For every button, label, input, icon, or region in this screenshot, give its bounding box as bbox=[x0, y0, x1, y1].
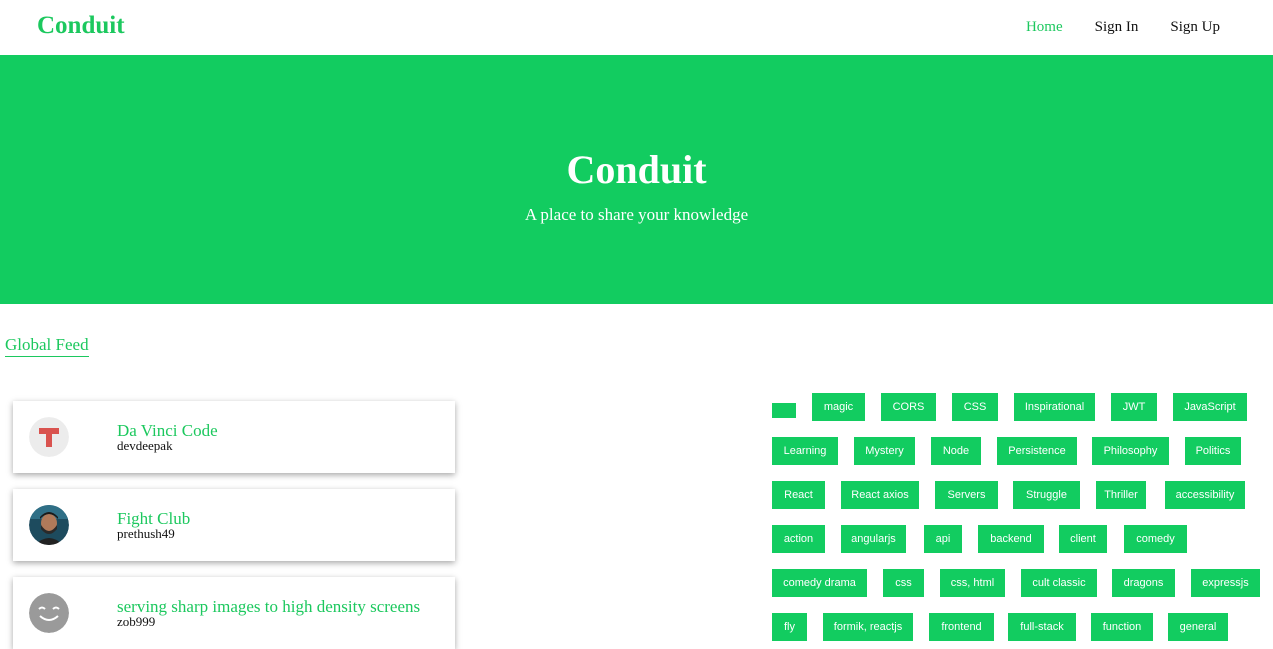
tag-item[interactable]: CORS bbox=[881, 393, 936, 421]
tag-item[interactable]: formik, reactjs bbox=[823, 613, 913, 641]
tag-item[interactable]: Node bbox=[931, 437, 981, 465]
nav-sign-up-link[interactable]: Sign Up bbox=[1170, 17, 1220, 37]
tag-item[interactable]: Inspirational bbox=[1014, 393, 1095, 421]
tag-item[interactable]: JWT bbox=[1111, 393, 1157, 421]
tag-item[interactable]: general bbox=[1168, 613, 1228, 641]
tag-item[interactable]: full-stack bbox=[1008, 613, 1076, 641]
article-author[interactable]: devdeepak bbox=[117, 438, 173, 453]
tag-item[interactable]: css, html bbox=[940, 569, 1005, 597]
tag-item[interactable]: function bbox=[1091, 613, 1153, 641]
tag-item[interactable]: JavaScript bbox=[1173, 393, 1247, 421]
tag-item[interactable]: accessibility bbox=[1165, 481, 1245, 509]
article-card[interactable]: Da Vinci Code devdeepak bbox=[13, 401, 455, 473]
brand-logo[interactable]: Conduit bbox=[37, 11, 125, 41]
tag-item[interactable]: fly bbox=[772, 613, 807, 641]
letter-t-avatar[interactable] bbox=[29, 417, 69, 457]
tag-item[interactable]: Persistence bbox=[997, 437, 1077, 465]
tag-item[interactable]: css bbox=[883, 569, 924, 597]
tab-global-feed[interactable]: Global Feed bbox=[5, 334, 89, 357]
smiley-avatar[interactable] bbox=[29, 593, 69, 633]
article-author[interactable]: zob999 bbox=[117, 614, 155, 629]
tag-item[interactable]: angularjs bbox=[841, 525, 906, 553]
tag-item[interactable]: expressjs bbox=[1191, 569, 1260, 597]
banner-title: Conduit bbox=[566, 147, 707, 192]
tag-item[interactable] bbox=[772, 403, 796, 418]
hero-banner: Conduit A place to share your knowledge bbox=[0, 55, 1273, 304]
navbar: Conduit Home Sign In Sign Up bbox=[0, 0, 1273, 55]
article-card[interactable]: Fight Club prethush49 bbox=[13, 489, 455, 561]
tag-item[interactable]: cult classic bbox=[1021, 569, 1097, 597]
tag-item[interactable]: backend bbox=[978, 525, 1044, 553]
nav-home-link[interactable]: Home bbox=[1026, 17, 1063, 37]
tag-item[interactable]: Mystery bbox=[854, 437, 915, 465]
tag-item[interactable]: Servers bbox=[935, 481, 998, 509]
tag-item[interactable]: action bbox=[772, 525, 825, 553]
user-photo-avatar[interactable] bbox=[29, 505, 69, 545]
article-card[interactable]: serving sharp images to high density scr… bbox=[13, 577, 455, 649]
tag-item[interactable]: React axios bbox=[841, 481, 919, 509]
nav-sign-in-link[interactable]: Sign In bbox=[1095, 17, 1139, 37]
tag-item[interactable]: api bbox=[924, 525, 962, 553]
tag-item[interactable]: comedy bbox=[1124, 525, 1187, 553]
article-author[interactable]: prethush49 bbox=[117, 526, 175, 541]
tag-item[interactable]: Learning bbox=[772, 437, 838, 465]
tag-item[interactable]: CSS bbox=[952, 393, 998, 421]
tag-item[interactable]: dragons bbox=[1112, 569, 1175, 597]
tag-item[interactable]: frontend bbox=[929, 613, 994, 641]
article-title[interactable]: serving sharp images to high density scr… bbox=[117, 597, 420, 617]
tag-item[interactable]: client bbox=[1059, 525, 1107, 553]
tag-item[interactable]: Struggle bbox=[1013, 481, 1080, 509]
tag-item[interactable]: React bbox=[772, 481, 825, 509]
tag-item[interactable]: Politics bbox=[1185, 437, 1241, 465]
tag-item[interactable]: comedy drama bbox=[772, 569, 867, 597]
tag-item[interactable]: Philosophy bbox=[1092, 437, 1169, 465]
nav-links: Home Sign In Sign Up bbox=[994, 17, 1220, 37]
tag-item[interactable]: Thriller bbox=[1096, 481, 1146, 509]
banner-subtitle: A place to share your knowledge bbox=[524, 205, 749, 224]
tag-item[interactable]: magic bbox=[812, 393, 865, 421]
